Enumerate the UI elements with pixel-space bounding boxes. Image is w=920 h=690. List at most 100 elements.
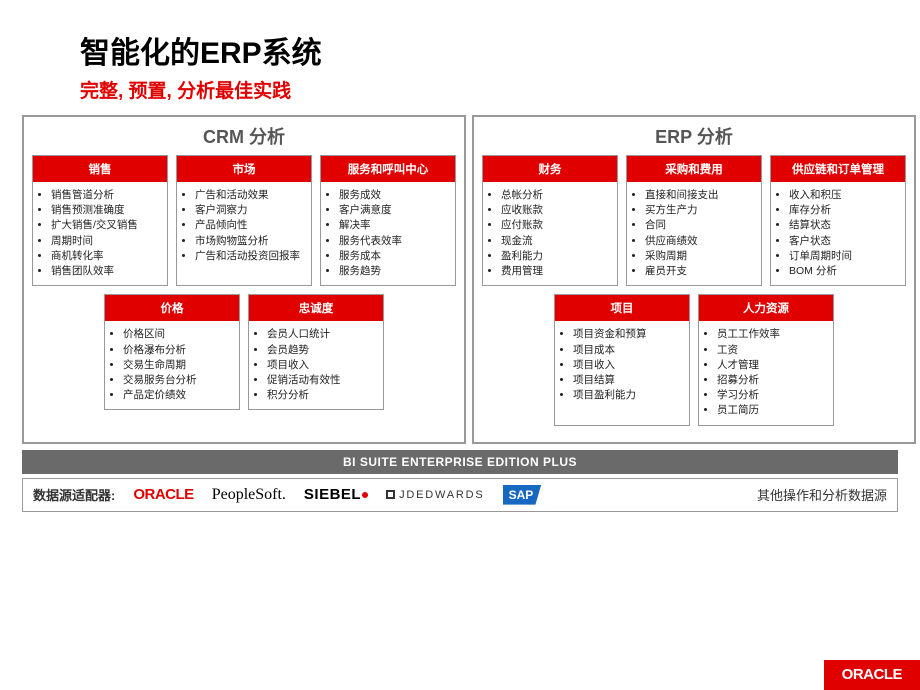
list-item: 员工简历: [717, 403, 827, 418]
list-item: 价格瀑布分析: [123, 343, 233, 358]
erp-panel-title: ERP 分析: [482, 119, 906, 155]
list-item: 项目盈利能力: [573, 388, 683, 403]
list-item: 应收账款: [501, 203, 611, 218]
list-item: 会员趋势: [267, 343, 377, 358]
list-item: 服务趋势: [339, 264, 449, 279]
list-item: 客户洞察力: [195, 203, 305, 218]
erp-panel: ERP 分析 财务 总帐分析 应收账款 应付账款 现金流 盈利能力 费用管理 采…: [472, 115, 916, 444]
card-body: 项目资金和预算 项目成本 项目收入 项目结算 项目盈利能力: [555, 321, 689, 409]
card-service: 服务和呼叫中心 服务成效 客户满意度 解决率 服务代表效率 服务成本 服务趋势: [320, 155, 456, 286]
list-item: 产品倾向性: [195, 218, 305, 233]
slide: 智能化的ERP系统 完整, 预置, 分析最佳实践 CRM 分析 销售 销售管道分…: [0, 0, 920, 512]
list-item: 客户满意度: [339, 203, 449, 218]
crm-panel: CRM 分析 销售 销售管道分析 销售预测准确度 扩大销售/交叉销售 周期时间 …: [22, 115, 466, 444]
card-body: 服务成效 客户满意度 解决率 服务代表效率 服务成本 服务趋势: [321, 182, 455, 285]
adapter-label: 数据源适配器:: [33, 485, 115, 504]
list-item: 总帐分析: [501, 188, 611, 203]
list-item: 招募分析: [717, 373, 827, 388]
list-item: 商机转化率: [51, 249, 161, 264]
card-finance: 财务 总帐分析 应收账款 应付账款 现金流 盈利能力 费用管理: [482, 155, 618, 286]
list-item: 库存分析: [789, 203, 899, 218]
list-item: 销售管道分析: [51, 188, 161, 203]
oracle-logo: ORACLE: [133, 485, 193, 505]
list-item: 项目结算: [573, 373, 683, 388]
list-item: 服务成效: [339, 188, 449, 203]
siebel-logo: SIEBEL: [304, 485, 368, 505]
card-header: 销售: [33, 156, 167, 182]
list-item: 雇员开支: [645, 264, 755, 279]
list-item: 销售预测准确度: [51, 203, 161, 218]
slide-subtitle: 完整, 预置, 分析最佳实践: [80, 76, 900, 103]
list-item: 采购周期: [645, 249, 755, 264]
slide-title: 智能化的ERP系统: [80, 28, 900, 72]
list-item: 服务成本: [339, 249, 449, 264]
list-item: 解决率: [339, 218, 449, 233]
card-header: 市场: [177, 156, 311, 182]
list-item: 订单周期时间: [789, 249, 899, 264]
list-item: 交易生命周期: [123, 358, 233, 373]
list-item: 客户状态: [789, 234, 899, 249]
card-supplychain: 供应链和订单管理 收入和积压 库存分析 结算状态 客户状态 订单周期时间 BOM…: [770, 155, 906, 286]
list-item: 收入和积压: [789, 188, 899, 203]
card-body: 直接和间接支出 买方生产力 合同 供应商绩效 采购周期 雇员开支: [627, 182, 761, 285]
list-item: 销售团队效率: [51, 264, 161, 279]
crm-panel-title: CRM 分析: [32, 119, 456, 155]
oracle-footer-logo: ORACLE: [842, 666, 902, 683]
card-header: 项目: [555, 295, 689, 321]
sap-logo: SAP: [503, 485, 542, 505]
list-item: 促销活动有效性: [267, 373, 377, 388]
card-header: 价格: [105, 295, 239, 321]
siebel-text: SIEBEL: [304, 486, 361, 503]
card-body: 员工工作效率 工资 人才管理 招募分析 学习分析 员工简历: [699, 321, 833, 424]
list-item: 项目收入: [267, 358, 377, 373]
list-item: 服务代表效率: [339, 234, 449, 249]
list-item: 项目收入: [573, 358, 683, 373]
list-item: BOM 分析: [789, 264, 899, 279]
list-item: 周期时间: [51, 234, 161, 249]
crm-row-1: 销售 销售管道分析 销售预测准确度 扩大销售/交叉销售 周期时间 商机转化率 销…: [32, 155, 456, 286]
data-source-row: 数据源适配器: ORACLE PeopleSoft. SIEBEL JDEDWA…: [22, 478, 898, 512]
list-item: 直接和间接支出: [645, 188, 755, 203]
list-item: 费用管理: [501, 264, 611, 279]
card-body: 价格区间 价格瀑布分析 交易生命周期 交易服务台分析 产品定价绩效: [105, 321, 239, 409]
list-item: 广告和活动投资回报率: [195, 249, 305, 264]
list-item: 会员人口统计: [267, 327, 377, 342]
card-procurement: 采购和费用 直接和间接支出 买方生产力 合同 供应商绩效 采购周期 雇员开支: [626, 155, 762, 286]
list-item: 价格区间: [123, 327, 233, 342]
list-item: 买方生产力: [645, 203, 755, 218]
card-body: 会员人口统计 会员趋势 项目收入 促销活动有效性 积分分析: [249, 321, 383, 409]
list-item: 项目资金和预算: [573, 327, 683, 342]
card-header: 服务和呼叫中心: [321, 156, 455, 182]
list-item: 结算状态: [789, 218, 899, 233]
list-item: 积分分析: [267, 388, 377, 403]
jde-text: JDEDWARDS: [399, 489, 484, 501]
list-item: 工资: [717, 343, 827, 358]
card-hr: 人力资源 员工工作效率 工资 人才管理 招募分析 学习分析 员工简历: [698, 294, 834, 425]
list-item: 应付账款: [501, 218, 611, 233]
other-sources-label: 其他操作和分析数据源: [757, 485, 887, 504]
card-header: 供应链和订单管理: [771, 156, 905, 182]
dot-icon: [362, 492, 368, 498]
card-project: 项目 项目资金和预算 项目成本 项目收入 项目结算 项目盈利能力: [554, 294, 690, 425]
card-price: 价格 价格区间 价格瀑布分析 交易生命周期 交易服务台分析 产品定价绩效: [104, 294, 240, 410]
list-item: 交易服务台分析: [123, 373, 233, 388]
card-body: 销售管道分析 销售预测准确度 扩大销售/交叉销售 周期时间 商机转化率 销售团队…: [33, 182, 167, 285]
square-icon: [386, 490, 395, 499]
card-sales: 销售 销售管道分析 销售预测准确度 扩大销售/交叉销售 周期时间 商机转化率 销…: [32, 155, 168, 286]
list-item: 供应商绩效: [645, 234, 755, 249]
erp-row-2: 项目 项目资金和预算 项目成本 项目收入 项目结算 项目盈利能力 人力资源 员工…: [482, 294, 906, 425]
list-item: 项目成本: [573, 343, 683, 358]
list-item: 人才管理: [717, 358, 827, 373]
card-body: 广告和活动效果 客户洞察力 产品倾向性 市场购物篮分析 广告和活动投资回报率: [177, 182, 311, 270]
crm-row-2: 价格 价格区间 价格瀑布分析 交易生命周期 交易服务台分析 产品定价绩效 忠诚度…: [32, 294, 456, 410]
list-item: 扩大销售/交叉销售: [51, 218, 161, 233]
jdedwards-logo: JDEDWARDS: [386, 485, 484, 505]
main-panels: CRM 分析 销售 销售管道分析 销售预测准确度 扩大销售/交叉销售 周期时间 …: [20, 115, 900, 444]
card-loyalty: 忠诚度 会员人口统计 会员趋势 项目收入 促销活动有效性 积分分析: [248, 294, 384, 410]
erp-row-1: 财务 总帐分析 应收账款 应付账款 现金流 盈利能力 费用管理 采购和费用 直接…: [482, 155, 906, 286]
list-item: 现金流: [501, 234, 611, 249]
list-item: 合同: [645, 218, 755, 233]
card-header: 采购和费用: [627, 156, 761, 182]
list-item: 员工工作效率: [717, 327, 827, 342]
card-body: 收入和积压 库存分析 结算状态 客户状态 订单周期时间 BOM 分析: [771, 182, 905, 285]
